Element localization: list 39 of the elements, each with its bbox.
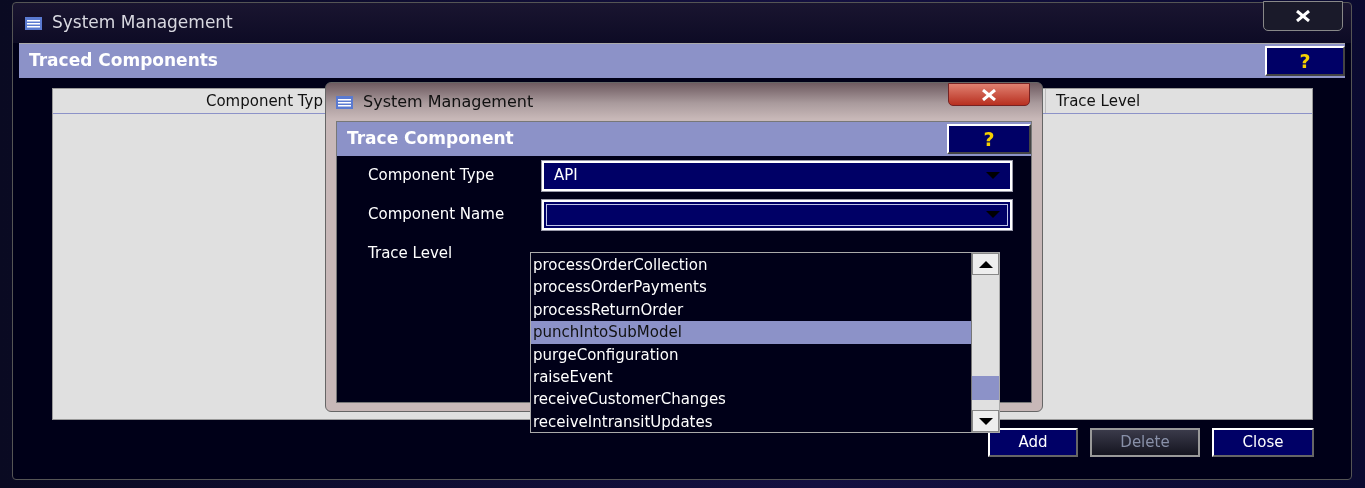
field-label: Trace Level <box>368 243 454 265</box>
up-arrow-icon <box>978 260 993 268</box>
column-header[interactable]: Component Typ <box>53 89 325 113</box>
app-icon <box>25 16 42 30</box>
list-option[interactable]: processReturnOrder <box>531 298 971 322</box>
dropdown-field[interactable] <box>542 199 1012 230</box>
help-button[interactable]: ? <box>947 124 1031 154</box>
panel-title: Traced Components <box>29 49 218 73</box>
dialog-heading: Trace Component <box>347 127 514 151</box>
scroll-thumb[interactable] <box>972 376 999 400</box>
list-option[interactable]: receiveCustomerChanges <box>531 388 971 411</box>
field-label: Component Name <box>368 204 506 226</box>
close-button[interactable] <box>948 83 1030 106</box>
caret-icon <box>986 211 1000 218</box>
scroll-up-button[interactable] <box>972 253 999 275</box>
dialog-button[interactable]: Close <box>1212 428 1314 457</box>
down-arrow-icon <box>978 417 993 425</box>
field-value: API <box>554 165 578 187</box>
scroll-down-button[interactable] <box>972 410 999 432</box>
delete-button: Delete <box>1090 428 1200 457</box>
list-option[interactable]: punchIntoSubModel <box>531 321 971 344</box>
dialog-button[interactable]: Add <box>988 428 1078 457</box>
window-title: System Management <box>52 11 233 35</box>
list-option[interactable]: processOrderCollection <box>531 254 971 277</box>
column-header[interactable]: Trace Level <box>1045 89 1141 113</box>
scrollbar[interactable] <box>971 253 999 432</box>
field-label: Component Type <box>368 165 496 187</box>
dropdown-field[interactable]: API <box>542 160 1012 191</box>
close-button[interactable] <box>1263 1 1343 31</box>
caret-icon <box>986 172 1000 179</box>
help-button[interactable]: ? <box>1265 46 1345 76</box>
list-option[interactable]: receiveIntransitUpdates <box>531 410 971 434</box>
list-option[interactable]: processOrderPayments <box>531 276 971 299</box>
close-icon <box>1295 10 1311 22</box>
app-icon <box>336 95 353 109</box>
dialog-title: System Management <box>363 91 534 113</box>
list-option[interactable]: purgeConfiguration <box>531 343 971 366</box>
close-icon <box>981 88 997 101</box>
list-option[interactable]: raiseEvent <box>531 365 971 389</box>
